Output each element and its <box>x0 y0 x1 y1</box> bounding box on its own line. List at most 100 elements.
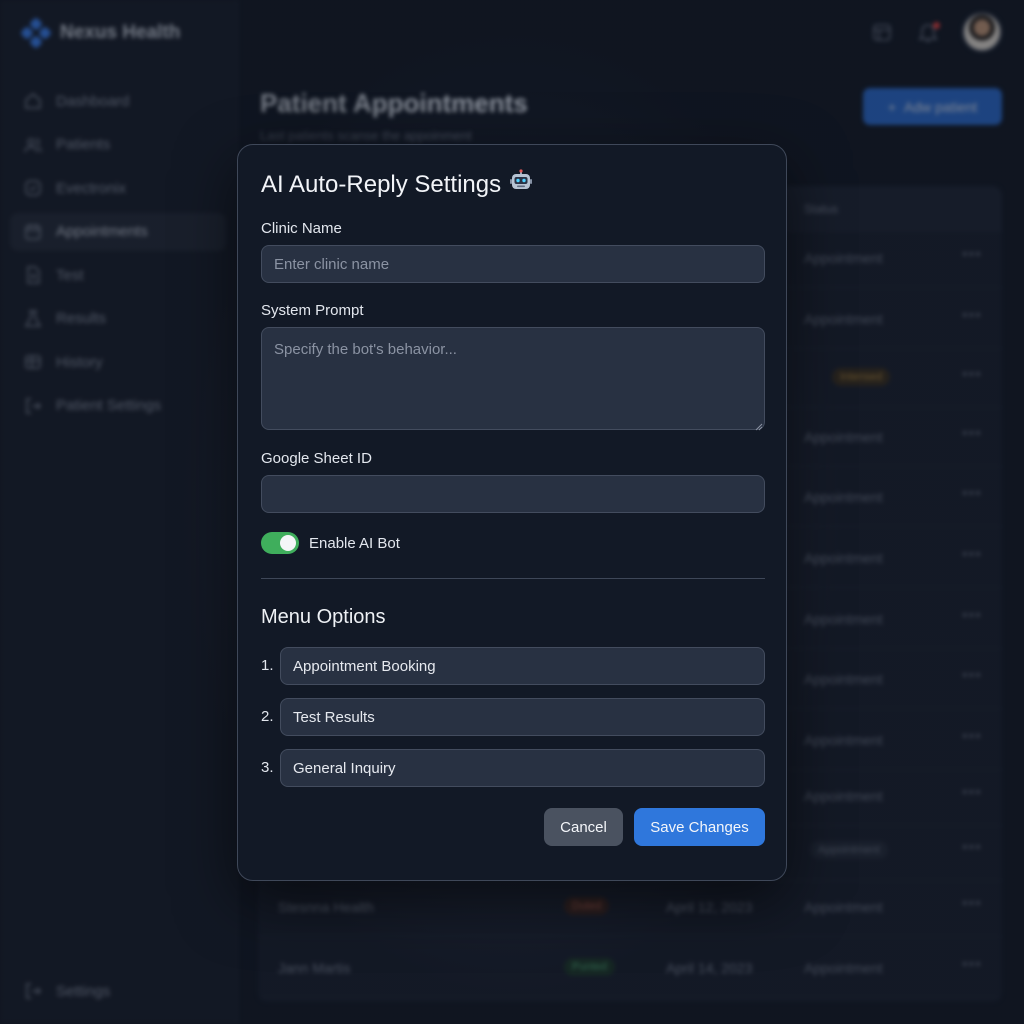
sidebar-item-dashboard[interactable]: Dashboard <box>10 82 226 120</box>
robot-icon <box>509 169 533 200</box>
appointment-status: Appointment <box>804 250 883 266</box>
appointment-status: Appointment <box>804 429 883 445</box>
appointment-status: Appointment <box>804 960 883 976</box>
appointment-status: Appointment <box>804 489 883 505</box>
calendar-icon[interactable] <box>870 20 894 44</box>
menu-option-3-input[interactable] <box>280 749 765 787</box>
sidebar-item-appointments[interactable]: Appointments <box>10 212 226 251</box>
enable-bot-row: Enable AI Bot <box>261 531 400 555</box>
logout-icon <box>24 397 42 415</box>
brand-name: Nexus Health <box>60 22 181 43</box>
ai-auto-reply-settings-modal: AI Auto-Reply Settings Clinic Name Syste… <box>237 144 787 881</box>
column-header-status: Status <box>804 202 839 216</box>
sidebar: Nexus Health Dashboard Patients Evectron… <box>0 0 238 1024</box>
appointment-date: April 12, 2023 <box>666 899 753 915</box>
sidebar-item-label: Results <box>56 310 107 327</box>
option-number: 2. <box>261 708 274 725</box>
more-options-icon[interactable]: ••• <box>962 839 982 857</box>
enable-ai-bot-toggle[interactable] <box>261 532 299 554</box>
appointment-status: Appointment <box>804 899 883 915</box>
flask-icon <box>24 309 42 328</box>
patient-name: Jann Martis <box>278 960 351 976</box>
file-icon <box>24 266 42 284</box>
system-prompt-textarea[interactable] <box>261 327 765 430</box>
more-options-icon[interactable]: ••• <box>962 607 982 625</box>
nexus-logo-icon <box>19 16 53 50</box>
system-prompt-label: System Prompt <box>261 302 364 319</box>
page-subtitle: Last patients scanse the appoinment <box>260 128 472 143</box>
logout-icon <box>24 982 42 1000</box>
appointment-date: April 14, 2023 <box>666 960 753 976</box>
more-options-icon[interactable]: ••• <box>962 956 982 974</box>
table-row[interactable]: Stesnna Health Duted April 12, 2023 Appoint… <box>258 881 1002 937</box>
notification-dot <box>933 22 940 29</box>
sidebar-item-patients[interactable]: Patients <box>10 126 226 164</box>
more-options-icon[interactable]: ••• <box>962 784 982 802</box>
users-icon <box>24 136 42 154</box>
sidebar-item-patient-settings[interactable]: Patient Settings <box>10 387 226 425</box>
status-badge: Intensed <box>832 368 891 386</box>
menu-option-2-input[interactable] <box>280 698 765 736</box>
patient-name: Stesnna Health <box>278 899 374 915</box>
status-badge: Appointment <box>810 841 888 859</box>
sidebar-item-test[interactable]: Test <box>10 256 226 294</box>
sidebar-item-label: History <box>56 353 103 371</box>
page-title: Patient Appointments <box>260 88 528 118</box>
appointment-status: Appointment <box>804 732 883 748</box>
table-row[interactable]: Jann Martis Punted April 14, 2023 Appointme… <box>258 942 1002 998</box>
modal-title-text: AI Auto-Reply Settings <box>261 170 502 198</box>
appointment-status: Appointment <box>804 611 883 627</box>
section-divider <box>261 578 765 579</box>
more-options-icon[interactable]: ••• <box>962 246 982 264</box>
add-patient-button[interactable]: + Adw patient <box>863 88 1002 125</box>
home-icon <box>24 92 42 110</box>
sidebar-item-settings[interactable]: Settings <box>10 972 226 1010</box>
sidebar-nav: Dashboard Patients Evectronix Appointmen… <box>10 82 226 430</box>
topbar-actions <box>870 12 1002 52</box>
appointment-status: Appointment <box>804 671 883 687</box>
more-options-icon[interactable]: ••• <box>962 895 982 913</box>
sidebar-item-label: Test <box>56 266 84 284</box>
check-badge-icon <box>24 179 42 197</box>
sidebar-item-evectronix[interactable]: Evectronix <box>10 169 226 207</box>
sidebar-bottom: Settings <box>10 972 226 1016</box>
brand[interactable]: Nexus Health <box>19 16 181 50</box>
more-options-icon[interactable]: ••• <box>962 307 982 325</box>
appointment-status: Appointment <box>804 788 883 804</box>
sidebar-item-label: Appointments <box>56 223 148 240</box>
enable-ai-bot-label: Enable AI Bot <box>309 534 400 552</box>
sidebar-item-results[interactable]: Results <box>10 300 226 338</box>
sidebar-item-label: Patients <box>56 136 111 153</box>
more-options-icon[interactable]: ••• <box>962 667 982 685</box>
more-options-icon[interactable]: ••• <box>962 546 982 564</box>
google-sheet-id-label: Google Sheet ID <box>261 450 372 467</box>
clinic-name-label: Clinic Name <box>261 220 342 237</box>
sidebar-item-label: Patient Settings <box>56 397 162 414</box>
more-options-icon[interactable]: ••• <box>962 425 982 443</box>
sidebar-item-label: Settings <box>56 982 111 1000</box>
appointment-status: Appointment <box>804 311 883 327</box>
more-options-icon[interactable]: ••• <box>962 728 982 746</box>
sidebar-item-label: Evectronix <box>56 179 127 197</box>
cancel-button[interactable]: Cancel <box>544 808 623 846</box>
save-changes-button[interactable]: Save Changes <box>634 808 765 846</box>
resize-handle-icon[interactable] <box>755 418 763 431</box>
google-sheet-id-input[interactable] <box>261 475 765 513</box>
clinic-name-input[interactable] <box>261 245 765 283</box>
plus-icon: + <box>887 98 896 115</box>
box-icon <box>24 353 42 371</box>
status-badge: Duted <box>564 897 610 915</box>
bell-icon[interactable] <box>916 20 940 44</box>
more-options-icon[interactable]: ••• <box>962 485 982 503</box>
avatar[interactable] <box>962 12 1002 52</box>
modal-title: AI Auto-Reply Settings <box>261 169 533 200</box>
menu-option-1-input[interactable] <box>280 647 765 685</box>
calendar-icon <box>24 223 42 241</box>
system-prompt-wrapper <box>238 327 788 431</box>
status-badge: Punted <box>564 958 615 976</box>
option-number: 1. <box>261 657 274 674</box>
add-patient-label: Adw patient <box>904 98 978 115</box>
sidebar-item-history[interactable]: History <box>10 343 226 381</box>
toggle-knob <box>280 535 296 551</box>
more-options-icon[interactable]: ••• <box>962 366 982 384</box>
